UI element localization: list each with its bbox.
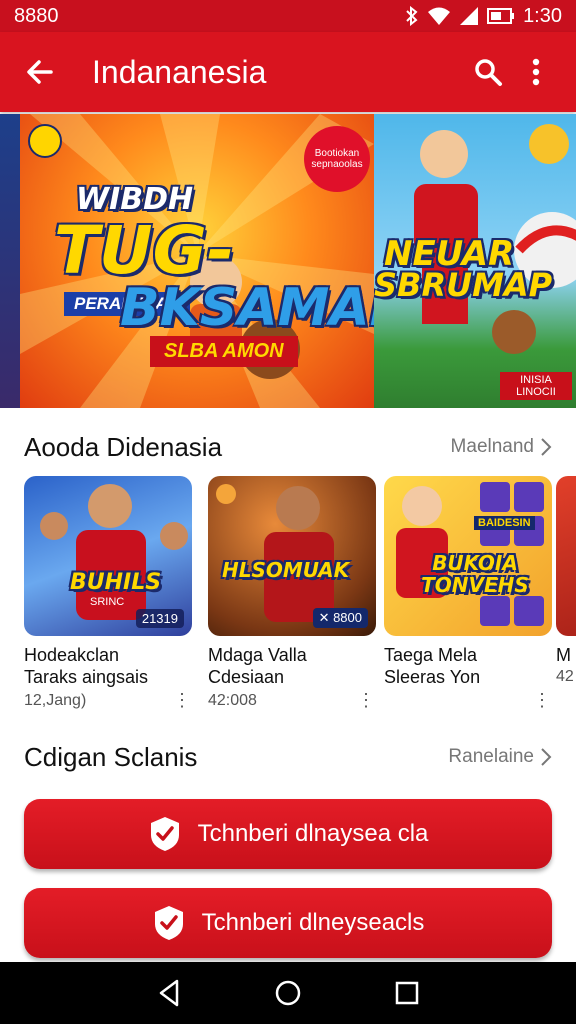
status-time-right: 1:30	[523, 4, 562, 27]
battery-icon	[487, 8, 515, 24]
card-thumbnail[interactable]	[556, 476, 576, 636]
banner-logo-badge	[28, 124, 62, 158]
card-meta-text: 42	[556, 668, 574, 685]
status-icons: 1:30	[405, 5, 562, 28]
card-meta: 42:008 ⋮	[208, 690, 376, 711]
signal-icon	[460, 7, 479, 25]
more-link-label: Maelnand	[450, 436, 534, 457]
section-more-link-1[interactable]: Maelnand	[451, 436, 552, 458]
card-thumbnail[interactable]: BUHILS SRINC 21319	[24, 476, 192, 636]
card-thumb-sub: SRINC	[90, 596, 125, 608]
action-button-label: Tchnberi dlnaysea cla	[197, 820, 429, 847]
card-thumbnail[interactable]: BAIDESIN BUKOIA TONVEHS	[384, 476, 552, 636]
card-more-button[interactable]: ⋮	[172, 690, 192, 711]
back-arrow-icon	[27, 60, 53, 84]
action-button-2[interactable]: Tchnberi dlneyseacls	[24, 888, 552, 958]
carousel-slide-next[interactable]: NEUAR SBRUMAP INISIA LINOCII	[374, 114, 576, 408]
search-button[interactable]	[464, 48, 512, 96]
card-title-line1: Taega Mela	[384, 645, 478, 665]
card-meta: ⋮	[384, 690, 552, 711]
nav-home-button[interactable]	[268, 973, 308, 1013]
shield-check-icon	[150, 817, 179, 851]
card-thumb-title: HLSOMUAK	[222, 558, 350, 582]
banner-side-line2: SBRUMAP	[374, 266, 553, 304]
card-title-line2: Taraks aingsais	[24, 667, 149, 687]
banner-title-line5: SLBA AMON	[150, 336, 298, 367]
card-title-line1: M	[556, 645, 571, 665]
card-meta: 42	[556, 668, 576, 686]
card-badge: 21319	[135, 609, 184, 628]
section-header-1: Aooda Didenasia Maelnand	[24, 432, 552, 462]
app-bar: Indananesia	[0, 32, 576, 112]
carousel-slide-main[interactable]: Bootiokan sepnaoolas WIBDH TUG- PERAIAHI…	[20, 114, 374, 408]
search-icon	[475, 59, 502, 86]
card-thumb-title: BUHILS	[70, 570, 162, 595]
banner-side-tag: INISIA LINOCII	[500, 372, 572, 400]
card-thumb-title: BUKOIA TONVEHS	[421, 551, 529, 597]
nav-home-icon	[275, 980, 301, 1006]
action-button-label: Tchnberi dlneyseacls	[201, 909, 425, 936]
nav-back-icon	[160, 979, 179, 1007]
game-card[interactable]: BUHILS SRINC 21319 Hodeakclan Taraks ain…	[24, 476, 192, 711]
banner-title-line4: BKSAMAN	[120, 278, 374, 338]
overflow-menu-button[interactable]	[512, 48, 560, 96]
game-card[interactable]: BAIDESIN BUKOIA TONVEHS Taega Mela Sleer…	[384, 476, 552, 711]
wifi-icon	[428, 7, 451, 25]
card-meta-text: 12,Jang)	[24, 691, 87, 709]
bluetooth-icon	[406, 6, 418, 26]
action-button-1[interactable]: Tchnberi dlnaysea cla	[24, 799, 552, 869]
chevron-right-icon	[541, 438, 552, 456]
system-nav-bar	[0, 962, 576, 1024]
game-card[interactable]: M 42	[556, 476, 576, 686]
shield-check-icon	[154, 906, 183, 940]
status-bar: 8880 1:30	[0, 0, 576, 32]
more-link-label: Ranelaine	[448, 746, 534, 767]
card-more-button[interactable]: ⋮	[356, 690, 376, 711]
back-button[interactable]	[16, 48, 64, 96]
game-card[interactable]: HLSOMUAK ✕ 8800 Mdaga Valla Cdesiaan 42:…	[208, 476, 376, 711]
card-badge: ✕ 8800	[312, 608, 368, 628]
status-time-left: 8880	[14, 4, 59, 27]
nav-back-button[interactable]	[149, 973, 189, 1013]
card-thumbnail[interactable]: HLSOMUAK ✕ 8800	[208, 476, 376, 636]
section-title-1: Aooda Didenasia	[24, 431, 223, 462]
card-title-line2: Cdesiaan	[208, 667, 285, 687]
section-header-2: Cdigan Sclanis Ranelaine	[24, 742, 552, 772]
game-cards-row[interactable]: BUHILS SRINC 21319 Hodeakclan Taraks ain…	[24, 476, 576, 716]
card-title-line1: Hodeakclan	[24, 645, 120, 665]
card-more-button[interactable]: ⋮	[532, 690, 552, 711]
carousel-prev-slide[interactable]	[0, 114, 20, 408]
more-vert-icon	[532, 58, 540, 86]
card-meta-text: 42:008	[208, 691, 257, 709]
section-title-2: Cdigan Sclanis	[24, 741, 198, 772]
banner-bubble: Bootiokan sepnaoolas	[304, 126, 370, 192]
section-more-link-2[interactable]: Ranelaine	[448, 746, 552, 768]
card-title-line2: Sleeras Yon	[384, 667, 481, 687]
nav-recents-icon	[395, 981, 418, 1005]
card-title-line1: Mdaga Valla	[208, 645, 307, 665]
card-thumb-sub: BAIDESIN	[474, 516, 535, 530]
page-title: Indananesia	[92, 53, 267, 90]
nav-recents-button[interactable]	[387, 973, 427, 1013]
promo-carousel[interactable]: Bootiokan sepnaoolas WIBDH TUG- PERAIAHI…	[0, 114, 576, 408]
chevron-right-icon	[541, 748, 552, 766]
card-meta: 12,Jang) ⋮	[24, 690, 192, 711]
